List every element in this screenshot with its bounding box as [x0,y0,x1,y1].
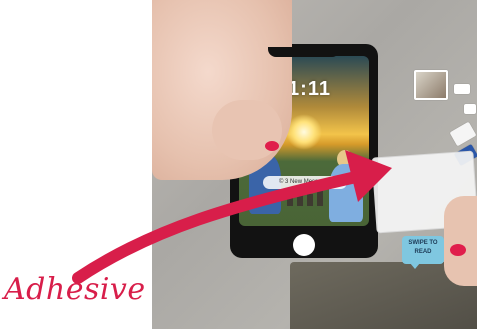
person-right [329,164,363,222]
mini-sticker [449,121,477,147]
hand-right [444,196,477,286]
photo-sticker [414,70,448,100]
hand-top [152,0,292,180]
adhesive-label: Adhesive [4,272,146,307]
painted-nail [450,244,466,256]
mini-sticker [454,84,470,94]
mini-sticker [464,104,476,114]
notification-pill: © 3 New Messages [263,176,347,189]
home-button [293,234,315,256]
finger [212,100,282,160]
painted-nail [265,141,279,151]
swipe-to-read-sticker: SWIPE TO READ [402,236,444,269]
phone-notch [268,47,340,57]
sun [286,114,322,150]
craft-photo: 11:11 © 3 New Messages SWIPE TO READ [152,0,477,329]
standing-stones [287,186,327,206]
